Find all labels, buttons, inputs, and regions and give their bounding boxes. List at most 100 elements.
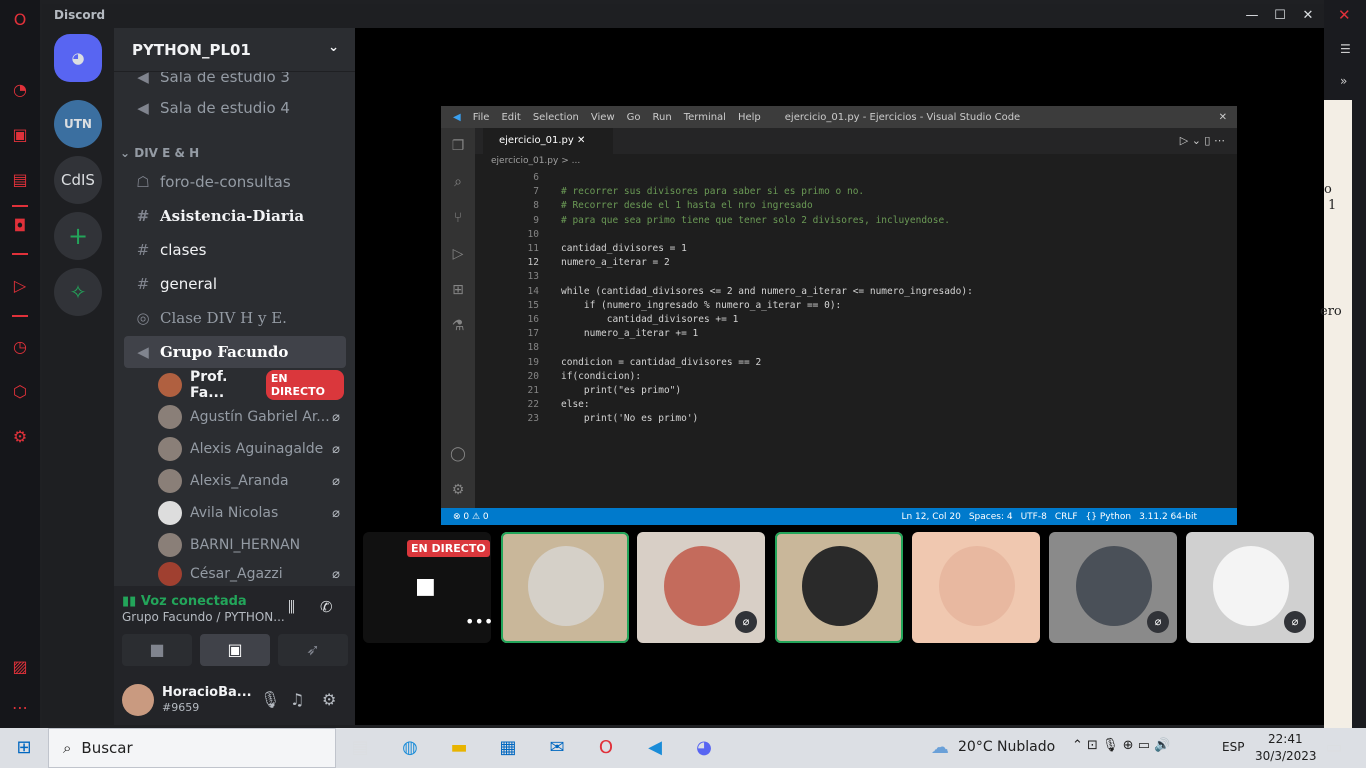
menu-run[interactable]: Run — [653, 112, 672, 123]
channel-sala-4[interactable]: ◀ Sala de estudio 4 — [124, 92, 346, 124]
run-debug-icon[interactable]: ▷ — [449, 246, 467, 264]
close-icon[interactable]: ✕ — [1219, 112, 1227, 123]
menu-go[interactable]: Go — [627, 112, 641, 123]
menu-help[interactable]: Help — [738, 112, 761, 123]
voice-user[interactable]: BARNI_HERNAN — [158, 530, 344, 560]
code-editor[interactable]: 6 7 # recorrer sus divisores para saber si… — [475, 172, 1237, 508]
search-icon[interactable]: ⌕ — [449, 174, 467, 192]
code-line[interactable]: # recorrer sus divisores para saber si e… — [561, 186, 864, 197]
weather-icon[interactable]: ☁ — [928, 736, 952, 760]
code-line[interactable]: # para que sea primo tiene que tener sol… — [561, 215, 950, 226]
line-ending[interactable]: CRLF — [1055, 512, 1078, 522]
channel-clases[interactable]: # clases — [124, 234, 346, 266]
code-line[interactable]: cantidad_divisores = 1 — [561, 243, 687, 254]
participant-tile[interactable]: ⌀ — [1049, 532, 1177, 643]
code-line[interactable]: else: — [561, 399, 590, 410]
testing-icon[interactable]: ⚗ — [449, 318, 467, 336]
gallery-icon[interactable]: ▨ — [10, 657, 30, 677]
mail-icon[interactable]: ✉ — [545, 736, 569, 760]
noise-suppression-icon[interactable]: ⫼ — [288, 598, 295, 616]
screen-share-button[interactable]: ▣ — [200, 634, 270, 666]
stream-tile[interactable]: EN DIRECTO ■ ••• — [363, 532, 491, 643]
tray-icons[interactable]: ⌃ ⊡ 🎙 ⊕ ▭ 🔊 — [1072, 738, 1170, 753]
menu-edit[interactable]: Edit — [501, 112, 520, 123]
store-icon[interactable]: ▦ — [496, 736, 520, 760]
clock-time[interactable]: 22:41 — [1268, 732, 1303, 746]
minimize-icon[interactable]: — — [1240, 6, 1264, 26]
account-icon[interactable]: ◯ — [449, 446, 467, 464]
code-line[interactable]: print("es primo") — [561, 385, 681, 396]
settings-icon[interactable]: ⚙ — [10, 427, 30, 447]
activity-button[interactable]: ➶ — [278, 634, 348, 666]
category-header[interactable]: ⌄ DIV E & H — [120, 146, 199, 160]
shop-icon[interactable]: ▣ — [10, 125, 30, 145]
participant-tile[interactable]: ⌀ — [637, 532, 765, 643]
explorer-icon[interactable]: ❐ — [449, 138, 467, 156]
avatar[interactable] — [122, 684, 154, 716]
expand-icon[interactable]: » — [1340, 74, 1347, 88]
discord-home-icon[interactable]: ◕ — [54, 34, 102, 82]
file-explorer-icon[interactable]: ▬ — [447, 736, 471, 760]
player-icon[interactable]: ▷ — [10, 276, 30, 296]
close-tab-icon[interactable]: ✕ — [577, 135, 585, 146]
more-icon[interactable]: ⋯ — [10, 698, 30, 718]
code-line[interactable]: cantidad_divisores += 1 — [561, 314, 739, 325]
edge-icon[interactable]: ◍ — [398, 736, 422, 760]
camera-button[interactable]: ■ — [122, 634, 192, 666]
menu-terminal[interactable]: Terminal — [684, 112, 726, 123]
voice-channel-label[interactable]: Grupo Facundo / PYTHON... — [122, 610, 285, 624]
speed-dial-icon[interactable]: ◔ — [10, 80, 30, 100]
voice-user[interactable]: Prof. Fa... EN DIRECTO — [158, 369, 344, 401]
channel-clase-div[interactable]: ◎ Clase DIV H y E. — [124, 302, 346, 334]
clock-date[interactable]: 30/3/2023 — [1255, 749, 1317, 763]
voice-user[interactable]: Alexis Aguinagalde ⌀ — [158, 434, 344, 464]
code-line[interactable]: print('No es primo') — [561, 413, 698, 424]
more-icon[interactable]: ••• — [465, 612, 491, 631]
crypto-wallet-icon[interactable]: ◘ — [10, 216, 30, 236]
vscode-icon[interactable]: ◀ — [643, 736, 667, 760]
code-line[interactable]: # Recorrer desde el 1 hasta el nro ingre… — [561, 200, 813, 211]
voice-user[interactable]: Agustín Gabriel Ar... ⌀ — [158, 402, 344, 432]
weather-text[interactable]: 20°C Nublado — [958, 739, 1055, 755]
code-line[interactable]: condicion = cantidad_divisores == 2 — [561, 357, 761, 368]
channel-grupo-facundo[interactable]: ◀ Grupo Facundo — [124, 336, 346, 368]
server-cdis[interactable]: CdIS — [54, 156, 102, 204]
explore-icon[interactable]: ✧ — [54, 268, 102, 316]
voice-user[interactable]: César_Agazzi ⌀ — [158, 562, 344, 586]
voice-user[interactable]: Avila Nicolas ⌀ — [158, 498, 344, 528]
code-line[interactable]: while (cantidad_divisores <= 2 and numer… — [561, 286, 973, 297]
opera-icon[interactable]: O — [594, 736, 618, 760]
code-line[interactable]: if (numero_ingresado % numero_a_iterar =… — [561, 300, 841, 311]
extensions-icon[interactable]: ⊞ — [449, 282, 467, 300]
voice-user[interactable]: Alexis_Aranda ⌀ — [158, 466, 344, 496]
channel-sala-3[interactable]: ◀ Sala de estudio 3 — [124, 72, 346, 86]
encoding[interactable]: UTF-8 — [1021, 512, 1047, 522]
disconnect-icon[interactable]: ✆ — [320, 598, 333, 616]
headphones-icon[interactable]: ♫ — [290, 690, 304, 709]
close-icon[interactable]: ✕ — [1296, 6, 1320, 26]
python-version[interactable]: 3.11.2 64-bit — [1139, 512, 1197, 522]
opera-logo-icon[interactable]: O — [10, 10, 30, 30]
menu-selection[interactable]: Selection — [533, 112, 579, 123]
manage-gear-icon[interactable]: ⚙ — [449, 482, 467, 500]
channel-general[interactable]: # general — [124, 268, 346, 300]
search-input[interactable]: ⌕ Buscar — [48, 728, 336, 768]
channel-foro[interactable]: ☖ foro-de-consultas — [124, 166, 346, 198]
code-line[interactable]: numero_a_iterar += 1 — [561, 328, 698, 339]
code-line[interactable]: numero_a_iterar = 2 — [561, 257, 670, 268]
add-server-icon[interactable]: + — [54, 212, 102, 260]
participant-tile[interactable] — [775, 532, 903, 643]
indentation[interactable]: Spaces: 4 — [969, 512, 1013, 522]
language-mode[interactable]: {} Python — [1086, 512, 1132, 522]
twitch-icon[interactable]: ▤ — [10, 170, 30, 190]
menu-view[interactable]: View — [591, 112, 615, 123]
chevron-down-icon[interactable]: ⌄ — [328, 40, 339, 55]
participant-tile[interactable] — [912, 532, 1040, 643]
cursor-position[interactable]: Ln 12, Col 20 — [901, 512, 960, 522]
start-icon[interactable]: ⊞ — [12, 736, 36, 760]
history-icon[interactable]: ◷ — [10, 337, 30, 357]
task-view-icon[interactable]: ▤ — [348, 736, 372, 760]
code-line[interactable]: if(condicion): — [561, 371, 641, 382]
problems-count[interactable]: ⊗ 0 ⚠ 0 — [453, 512, 489, 522]
menu-icon[interactable]: ☰ — [1340, 42, 1351, 56]
